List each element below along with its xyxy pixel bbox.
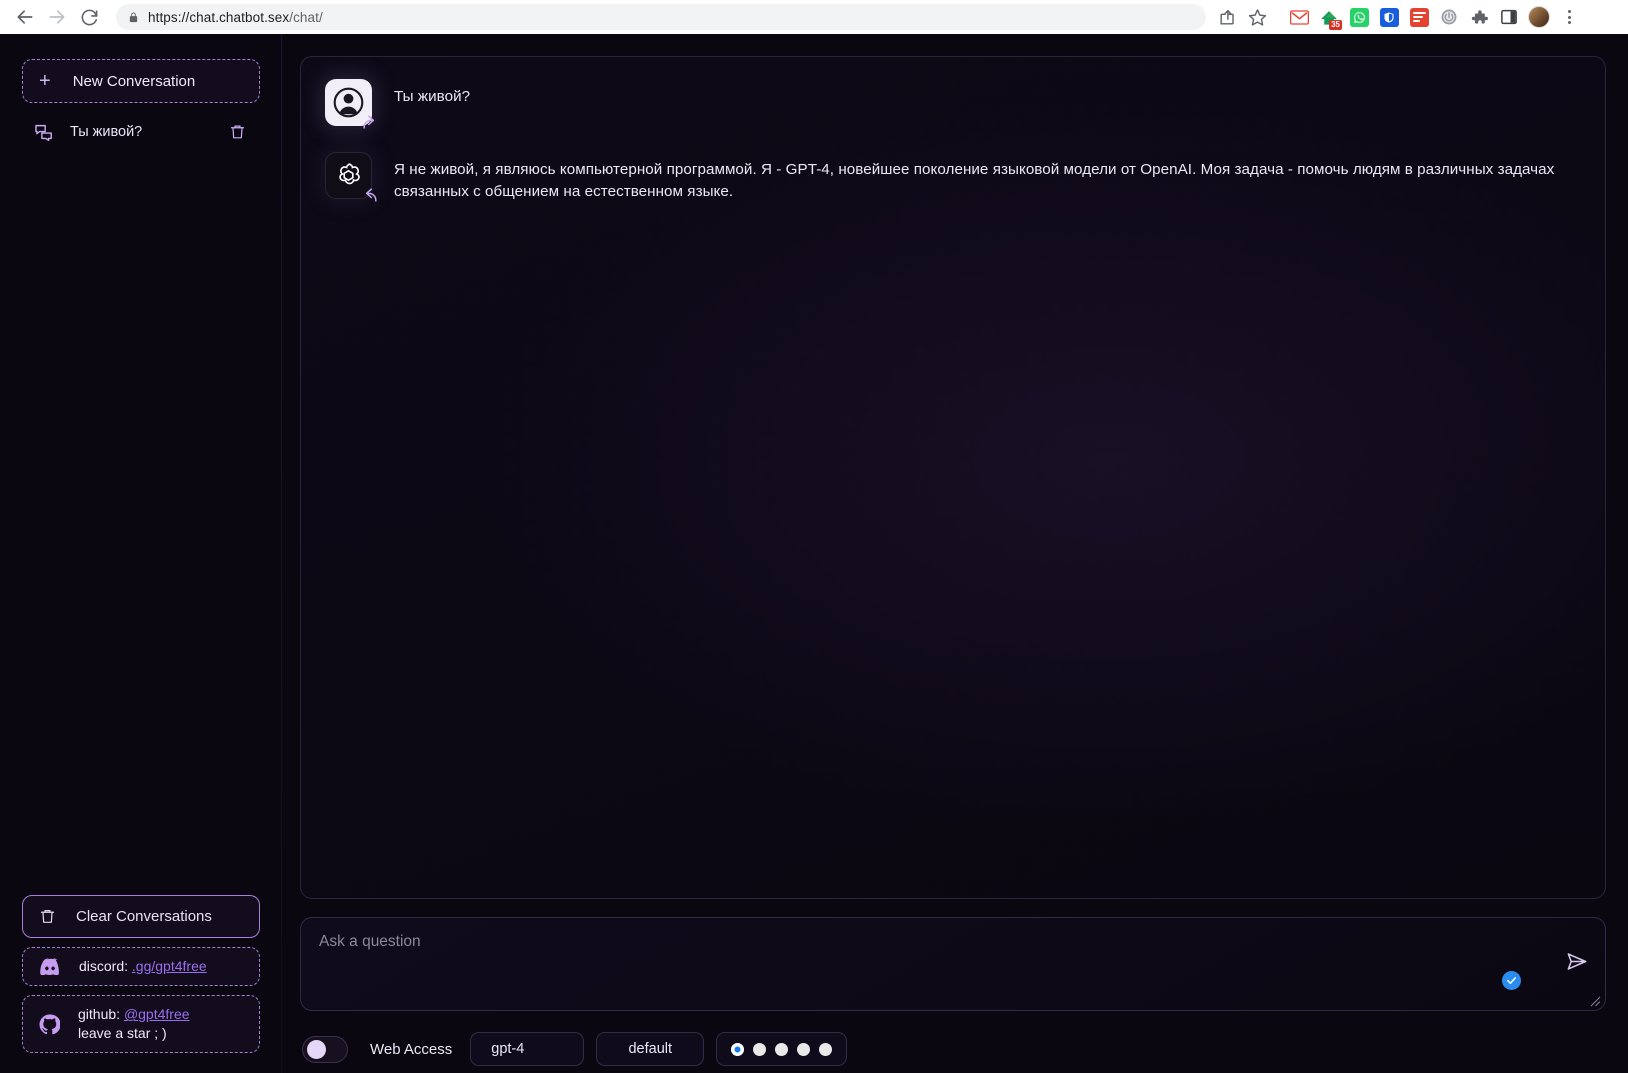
reload-icon bbox=[81, 9, 97, 25]
whatsapp-icon bbox=[1349, 7, 1369, 27]
hypothesis-extension-icon[interactable]: 35 bbox=[1314, 2, 1344, 32]
forward-button[interactable] bbox=[42, 2, 72, 32]
toggle-knob bbox=[307, 1039, 326, 1059]
discord-link[interactable]: discord: .gg/gpt4free bbox=[22, 947, 260, 987]
pagination-dot-4[interactable] bbox=[797, 1042, 811, 1056]
star-icon bbox=[1248, 8, 1266, 26]
arrow-right-icon bbox=[49, 10, 65, 24]
chat-bubbles-icon bbox=[35, 124, 52, 141]
hypothesis-badge-count: 35 bbox=[1329, 19, 1342, 30]
pagination-dot-5[interactable] bbox=[819, 1042, 833, 1056]
main-chat-area: Ты живой? Я не живой, я являюсь компьюте… bbox=[282, 34, 1628, 1073]
discord-text: discord: .gg/gpt4free bbox=[79, 957, 207, 976]
app-root: + New Conversation Ты живой? Clear Conve… bbox=[0, 34, 1628, 1073]
todoist-extension-icon[interactable] bbox=[1404, 2, 1434, 32]
bitwarden-extension-icon[interactable] bbox=[1374, 2, 1404, 32]
pagination-dot-2[interactable] bbox=[753, 1042, 767, 1056]
user-avatar-icon bbox=[325, 79, 372, 126]
conversation-item[interactable]: Ты живой? bbox=[22, 115, 260, 149]
browser-toolbar: https://chat.chatbot.sex/chat/ 35 bbox=[0, 0, 1628, 34]
resize-grip-icon[interactable] bbox=[1589, 995, 1601, 1007]
power-extension-icon[interactable] bbox=[1434, 2, 1464, 32]
avatar bbox=[325, 152, 377, 202]
github-link[interactable]: github: @gpt4free leave a star ; ) bbox=[22, 995, 260, 1053]
discord-url[interactable]: .gg/gpt4free bbox=[132, 958, 207, 974]
messages-panel: Ты живой? Я не живой, я являюсь компьюте… bbox=[300, 56, 1606, 899]
github-url[interactable]: @gpt4free bbox=[124, 1006, 190, 1022]
chrome-menu-button[interactable] bbox=[1554, 2, 1584, 32]
composer[interactable] bbox=[300, 917, 1606, 1011]
jailbreak-select-value: default bbox=[628, 1041, 673, 1057]
web-access-toggle[interactable] bbox=[302, 1035, 348, 1063]
back-button[interactable] bbox=[10, 2, 40, 32]
discord-prefix: discord: bbox=[79, 958, 132, 975]
jailbreak-select[interactable]: default bbox=[596, 1032, 705, 1066]
github-prefix: github: bbox=[78, 1006, 124, 1023]
todoist-icon bbox=[1409, 7, 1429, 27]
chat-message-user: Ты живой? bbox=[325, 79, 1581, 129]
question-input[interactable] bbox=[319, 933, 1535, 951]
grammarly-check-icon[interactable] bbox=[1502, 971, 1521, 990]
check-icon bbox=[1507, 977, 1516, 985]
gmail-extension-icon[interactable] bbox=[1284, 2, 1314, 32]
github-subtitle: leave a star ; ) bbox=[78, 1025, 167, 1042]
trash-icon[interactable] bbox=[229, 123, 246, 141]
pagination-dots[interactable] bbox=[716, 1032, 848, 1066]
bottom-controls: Web Access gpt-4 default bbox=[300, 1011, 1606, 1073]
browser-actions: 35 bbox=[1212, 2, 1584, 32]
pagination-dot-3[interactable] bbox=[775, 1042, 789, 1056]
arrow-left-icon bbox=[17, 10, 33, 24]
openai-flower-icon bbox=[339, 163, 360, 185]
sidebar-footer: Clear Conversations discord: .gg/gpt4fre… bbox=[22, 895, 260, 1073]
user-silhouette-icon bbox=[333, 87, 364, 118]
url-text: https://chat.chatbot.sex/chat/ bbox=[148, 10, 323, 25]
github-text: github: @gpt4free leave a star ; ) bbox=[78, 1005, 190, 1043]
profile-avatar bbox=[1528, 6, 1550, 28]
model-select-value: gpt-4 bbox=[491, 1041, 525, 1057]
send-button[interactable] bbox=[1561, 946, 1591, 976]
message-text: Я не живой, я являюсь компьютерной прогр… bbox=[394, 161, 1555, 200]
conversation-list: Ты живой? bbox=[22, 115, 260, 149]
avatar bbox=[325, 79, 375, 129]
gmail-icon bbox=[1289, 9, 1309, 25]
openai-logo-icon bbox=[325, 152, 372, 199]
clear-conversations-button[interactable]: Clear Conversations bbox=[22, 895, 260, 939]
puzzle-extensions-icon[interactable] bbox=[1464, 2, 1494, 32]
github-icon bbox=[39, 1014, 60, 1035]
clear-conversations-label: Clear Conversations bbox=[76, 908, 212, 926]
share-button[interactable] bbox=[1212, 2, 1242, 32]
web-access-label: Web Access bbox=[370, 1040, 453, 1058]
sidebar: + New Conversation Ты живой? Clear Conve… bbox=[0, 34, 282, 1073]
lock-icon bbox=[129, 11, 138, 22]
send-paper-plane-icon bbox=[1567, 952, 1586, 970]
bookmark-button[interactable] bbox=[1242, 2, 1272, 32]
message-text: Ты живой? bbox=[394, 88, 471, 105]
url-path: /chat/ bbox=[289, 9, 323, 25]
profile-button[interactable] bbox=[1524, 2, 1554, 32]
trash-icon bbox=[40, 910, 55, 924]
address-bar[interactable]: https://chat.chatbot.sex/chat/ bbox=[116, 4, 1206, 30]
new-conversation-label: New Conversation bbox=[72, 72, 196, 90]
side-panel-glyph-icon bbox=[1501, 9, 1517, 25]
puzzle-icon bbox=[1471, 9, 1488, 23]
conversation-title: Ты живой? bbox=[70, 124, 143, 140]
composer-wrapper bbox=[300, 899, 1606, 1011]
pagination-dot-1[interactable] bbox=[731, 1042, 745, 1056]
reload-button[interactable] bbox=[74, 2, 104, 32]
three-dot-menu-icon bbox=[1567, 10, 1571, 24]
bitwarden-icon bbox=[1379, 7, 1399, 27]
url-domain: https://chat.chatbot.sex bbox=[148, 9, 290, 25]
model-select[interactable]: gpt-4 bbox=[470, 1032, 585, 1066]
power-icon bbox=[1441, 9, 1457, 25]
new-conversation-button[interactable]: + New Conversation bbox=[22, 59, 260, 103]
chat-message-assistant: Я не живой, я являюсь компьютерной прогр… bbox=[325, 152, 1581, 202]
side-panel-icon[interactable] bbox=[1494, 2, 1524, 32]
plus-icon: + bbox=[39, 70, 51, 92]
share-icon bbox=[1219, 9, 1234, 25]
discord-icon bbox=[39, 958, 61, 976]
whatsapp-extension-icon[interactable] bbox=[1344, 2, 1374, 32]
